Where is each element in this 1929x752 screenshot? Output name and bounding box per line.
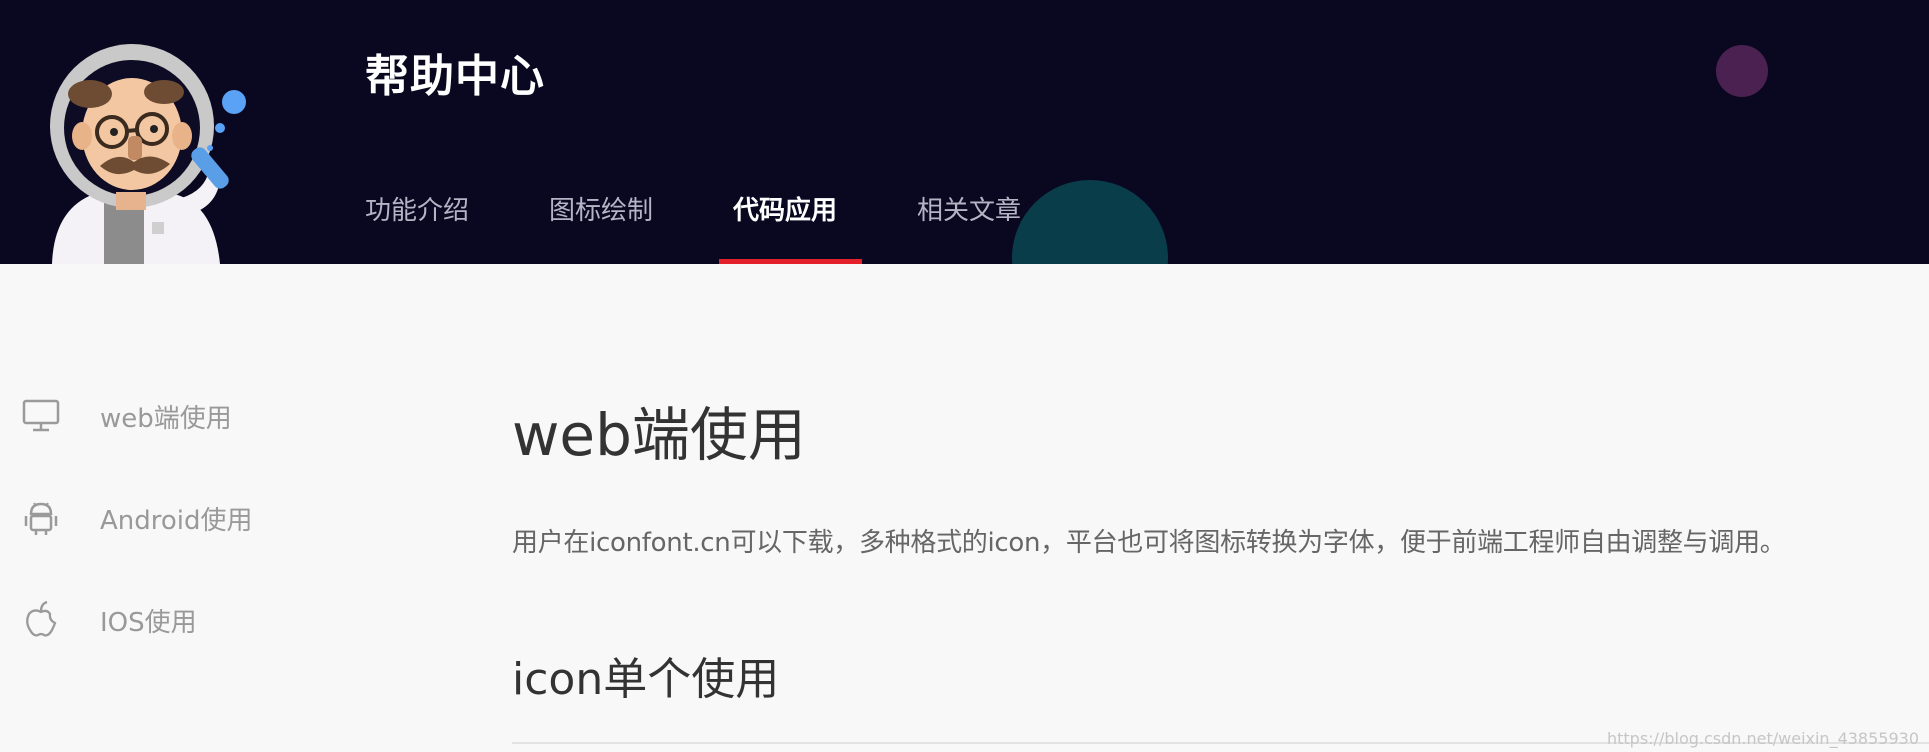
tab-code-usage[interactable]: 代码应用	[733, 190, 837, 264]
main-nav: 功能介绍 图标绘制 代码应用 相关文章	[0, 190, 1929, 264]
tab-features[interactable]: 功能介绍	[365, 190, 469, 264]
header-banner: 帮助中心 功能介绍 图标绘制 代码应用 相关文章	[0, 0, 1929, 264]
sidebar-item-web[interactable]: web端使用	[0, 384, 360, 444]
sidebar-item-android[interactable]: Android使用	[0, 486, 360, 546]
sidebar-item-ios[interactable]: IOS使用	[0, 588, 360, 648]
tab-icon-drawing[interactable]: 图标绘制	[549, 190, 653, 264]
page: 帮助中心 功能介绍 图标绘制 代码应用 相关文章 web端使用 Android使…	[0, 0, 1929, 752]
monitor-icon	[22, 399, 60, 432]
active-tab-indicator	[719, 259, 862, 264]
sidebar-item-label: web端使用	[100, 404, 232, 434]
content-subheading: icon单个使用	[512, 654, 780, 705]
android-icon	[24, 502, 58, 535]
decorative-circle	[1716, 45, 1768, 97]
sidebar-item-label: IOS使用	[100, 608, 197, 638]
sidebar-item-label: Android使用	[100, 506, 253, 536]
watermark: https://blog.csdn.net/weixin_43855930	[1606, 729, 1919, 748]
content-heading: web端使用	[512, 401, 806, 469]
page-title: 帮助中心	[365, 51, 545, 102]
tab-related-articles[interactable]: 相关文章	[917, 190, 1021, 264]
content-paragraph: 用户在iconfont.cn可以下载，多种格式的icon，平台也可将图标转换为字…	[512, 528, 1786, 558]
apple-icon	[26, 600, 57, 637]
